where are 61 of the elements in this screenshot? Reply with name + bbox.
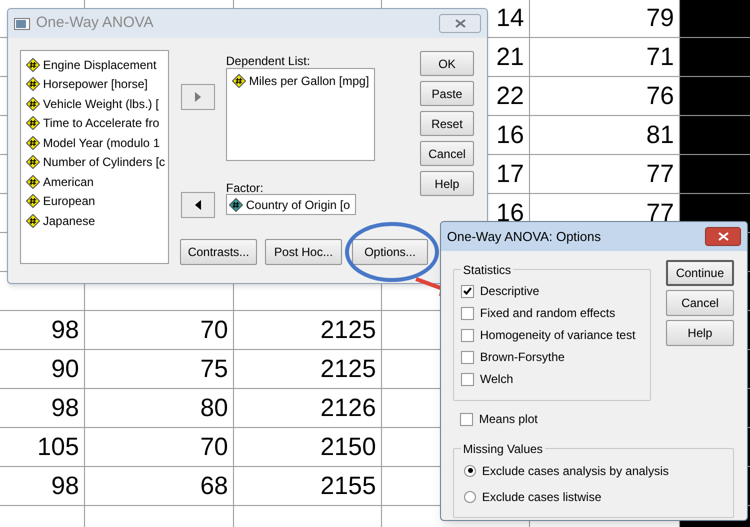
table-cell: 98 bbox=[51, 474, 79, 498]
table-cell: 2126 bbox=[320, 396, 376, 420]
dialog-button[interactable]: Cancel bbox=[420, 141, 474, 166]
dialog-button[interactable]: Post Hoc... bbox=[265, 239, 342, 265]
table-cell: 2155 bbox=[320, 474, 376, 498]
variable-item[interactable]: Engine Displacement bbox=[43, 56, 156, 74]
table-cell: 2150 bbox=[320, 434, 376, 460]
table-cell: 98 bbox=[51, 318, 79, 342]
variable-item[interactable]: Horsepower [horse] bbox=[43, 75, 148, 94]
table-cell: 2125 bbox=[320, 356, 376, 382]
table-cell: 70 bbox=[200, 434, 228, 460]
checkbox-label: Means plot bbox=[479, 411, 538, 428]
dialog-button[interactable]: Continue bbox=[666, 260, 734, 286]
table-cell: 14 bbox=[496, 6, 524, 30]
variable-item[interactable]: American bbox=[43, 172, 94, 191]
dialog-button[interactable]: Options... bbox=[352, 239, 428, 265]
variable-item[interactable]: Number of Cylinders [c bbox=[43, 153, 166, 172]
radio-label: Exclude cases analysis by analysis bbox=[482, 462, 669, 480]
variable-item[interactable]: Japanese bbox=[43, 212, 96, 230]
checkbox-label: Homogeneity of variance test bbox=[480, 327, 636, 344]
table-cell: 81 bbox=[646, 122, 674, 148]
table-cell: 98 bbox=[51, 396, 79, 420]
dialog-button[interactable]: Help bbox=[420, 171, 474, 196]
field-label: Factor: bbox=[226, 180, 264, 197]
factor-field[interactable]: Country of Origin [o bbox=[226, 194, 356, 215]
table-cell: 76 bbox=[646, 84, 674, 108]
table-cell: 90 bbox=[51, 356, 79, 382]
table-cell: 70 bbox=[200, 318, 228, 342]
table-cell: 2125 bbox=[320, 318, 376, 342]
table-cell: 75 bbox=[200, 356, 228, 382]
checkbox-label: Descriptive bbox=[480, 283, 540, 300]
table-cell: 105 bbox=[37, 434, 79, 460]
dialog-button[interactable]: Help bbox=[666, 320, 734, 346]
table-cell: 22 bbox=[496, 84, 524, 108]
variable-item[interactable]: European bbox=[43, 192, 96, 210]
variable-item[interactable]: Model Year (modulo 1 bbox=[43, 134, 160, 152]
dependent-item[interactable]: Miles per Gallon [mpg] bbox=[249, 72, 370, 90]
table-cell: 80 bbox=[200, 396, 228, 420]
table-cell: 16 bbox=[496, 200, 524, 226]
window-title: One-Way ANOVA bbox=[36, 13, 154, 34]
variable-item[interactable]: Vehicle Weight (lbs.) [ bbox=[43, 94, 159, 113]
table-cell: 21 bbox=[496, 44, 524, 70]
table-cell: 16 bbox=[496, 122, 524, 148]
table-cell: 71 bbox=[646, 44, 674, 70]
dialog-button[interactable]: Paste bbox=[420, 81, 474, 106]
table-cell: 77 bbox=[646, 200, 674, 226]
dialog-button[interactable]: Cancel bbox=[666, 290, 734, 316]
radio-label: Exclude cases listwise bbox=[482, 488, 602, 506]
checkbox-label: Brown-Forsythe bbox=[480, 349, 565, 366]
dialog-button[interactable]: OK bbox=[420, 51, 474, 76]
window-title: One-Way ANOVA: Options bbox=[447, 228, 601, 246]
variable-item[interactable]: Time to Accelerate fro bbox=[43, 114, 160, 132]
field-label: Dependent List: bbox=[226, 53, 310, 70]
table-cell: 68 bbox=[200, 474, 228, 498]
checkbox-label: Welch bbox=[480, 371, 514, 388]
checkbox-label: Fixed and random effects bbox=[480, 305, 616, 322]
table-cell: 77 bbox=[646, 162, 674, 186]
dialog-button[interactable]: Contrasts... bbox=[180, 239, 257, 265]
table-cell: 79 bbox=[646, 6, 674, 30]
table-cell: 17 bbox=[496, 162, 524, 186]
dialog-button[interactable]: Reset bbox=[420, 111, 474, 136]
